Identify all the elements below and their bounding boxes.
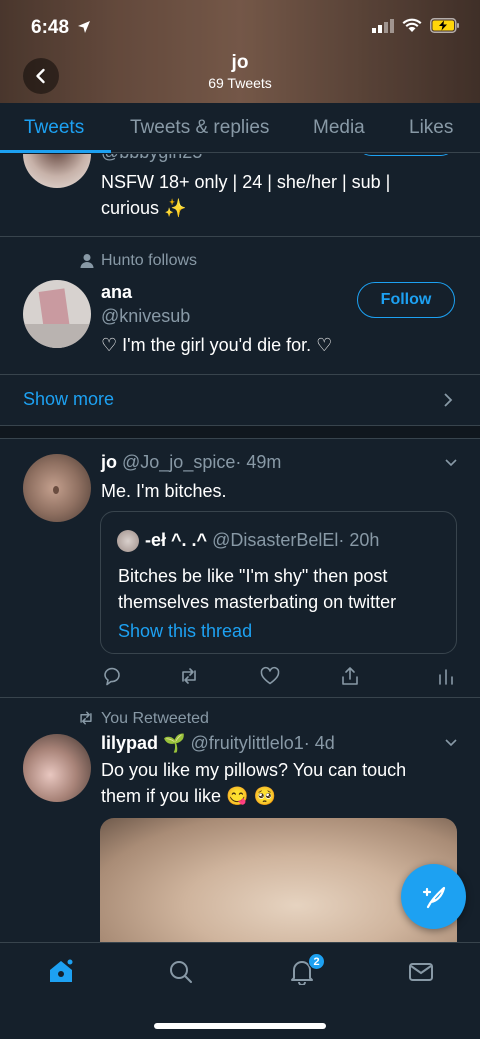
reply-icon[interactable]: [101, 665, 123, 687]
chevron-down-icon[interactable]: [444, 458, 458, 468]
avatar: [117, 530, 139, 552]
tweet-author-handle: @fruitylittlelo1: [190, 733, 304, 753]
chevron-down-icon[interactable]: [444, 738, 458, 748]
compose-tweet-button[interactable]: [401, 864, 466, 929]
show-more-label: Show more: [23, 389, 115, 409]
chevron-right-icon: [444, 393, 453, 407]
person-icon: [80, 253, 94, 274]
avatar[interactable]: [23, 154, 91, 188]
user-handle: @bbbygirl25: [101, 154, 202, 163]
quoted-author-handle: @DisasterBelEl: [212, 530, 339, 550]
retweet-context: You Retweeted: [101, 710, 209, 727]
user-bio: ♡ I'm the girl you'd die for. ♡: [101, 335, 333, 355]
notification-badge: 2: [308, 953, 325, 970]
quoted-tweet-header: -eł ^. .^ @DisasterBelEl· 20h: [145, 530, 379, 551]
divider: [0, 236, 480, 237]
tweet-media-image[interactable]: [100, 818, 457, 943]
tweet-author-handle: @Jo_jo_spice: [122, 452, 236, 472]
avatar[interactable]: [23, 454, 91, 522]
tweet-text-line1: Do you like my pillows? You can touch: [101, 760, 407, 780]
messages-envelope-icon[interactable]: [408, 961, 434, 983]
tweet-count: 69 Tweets: [208, 75, 272, 91]
avatar[interactable]: [23, 280, 91, 348]
tweet-author-name[interactable]: jo: [101, 452, 117, 472]
quoted-tweet-text-line1: Bitches be like "I'm shy" then post: [118, 566, 388, 586]
follow-button[interactable]: [357, 154, 455, 156]
profile-name: jo: [231, 52, 249, 73]
tab-tweets[interactable]: Tweets: [24, 117, 84, 139]
compose-feather-icon: [422, 886, 445, 908]
tweet-author-name[interactable]: lilypad: [101, 733, 158, 753]
quoted-tweet[interactable]: -eł ^. .^ @DisasterBelEl· 20h Bitches be…: [100, 511, 457, 654]
section-separator: [0, 425, 480, 439]
share-icon[interactable]: [339, 665, 361, 687]
tab-media[interactable]: Media: [313, 117, 365, 139]
show-more-row[interactable]: Show more: [0, 375, 480, 425]
active-tab-indicator: [0, 150, 111, 153]
quoted-tweet-text-line2: themselves masterbating on twitter: [118, 592, 397, 612]
tab-tweets-and-replies[interactable]: Tweets & replies: [130, 117, 269, 139]
name-emoji: 🌱: [163, 733, 186, 753]
analytics-icon[interactable]: [436, 665, 458, 687]
search-icon[interactable]: [168, 959, 194, 985]
heart-icon[interactable]: [259, 665, 281, 687]
avatar[interactable]: [23, 734, 91, 802]
tweet-text-line2: them if you like 😋 🥺: [101, 786, 276, 806]
show-thread-link[interactable]: Show this thread: [118, 618, 252, 644]
quoted-tweet-time: · 20h: [338, 530, 380, 550]
profile-tabs: Tweets Tweets & replies Media Likes: [0, 103, 480, 153]
wifi-icon: [402, 18, 422, 38]
home-icon[interactable]: [47, 958, 75, 984]
home-indicator: [154, 1023, 326, 1029]
tweet-header: lilypad 🌱 @fruitylittlelo1· 4d: [101, 733, 335, 754]
tweet-time: · 49m: [235, 452, 282, 472]
tweet-time: · 4d: [303, 733, 335, 753]
location-arrow-icon: [77, 20, 91, 39]
status-indicators: [372, 18, 460, 38]
retweet-icon: [80, 711, 92, 725]
user-bio: NSFW 18+ only | 24 | she/her | sub | cur…: [101, 172, 391, 218]
follow-button[interactable]: Follow: [357, 282, 455, 318]
status-time: 6:48: [31, 17, 70, 38]
divider: [0, 697, 480, 698]
social-context: Hunto follows: [101, 252, 198, 269]
battery-charging-icon: [430, 18, 460, 38]
tweet-header: jo @Jo_jo_spice· 49m: [101, 452, 281, 473]
signal-icon: [372, 18, 394, 38]
user-name[interactable]: ana: [101, 282, 132, 303]
follow-suggestion-item[interactable]: @bbbygirl25 NSFW 18+ only | 24 | she/her…: [0, 154, 480, 236]
user-handle: @knivesub: [101, 306, 191, 326]
retweet-icon[interactable]: [178, 665, 200, 687]
tab-likes[interactable]: Likes: [409, 117, 453, 139]
tweet-text: Me. I'm bitches.: [101, 481, 227, 501]
quoted-author-name: -eł ^. .^: [145, 530, 208, 550]
